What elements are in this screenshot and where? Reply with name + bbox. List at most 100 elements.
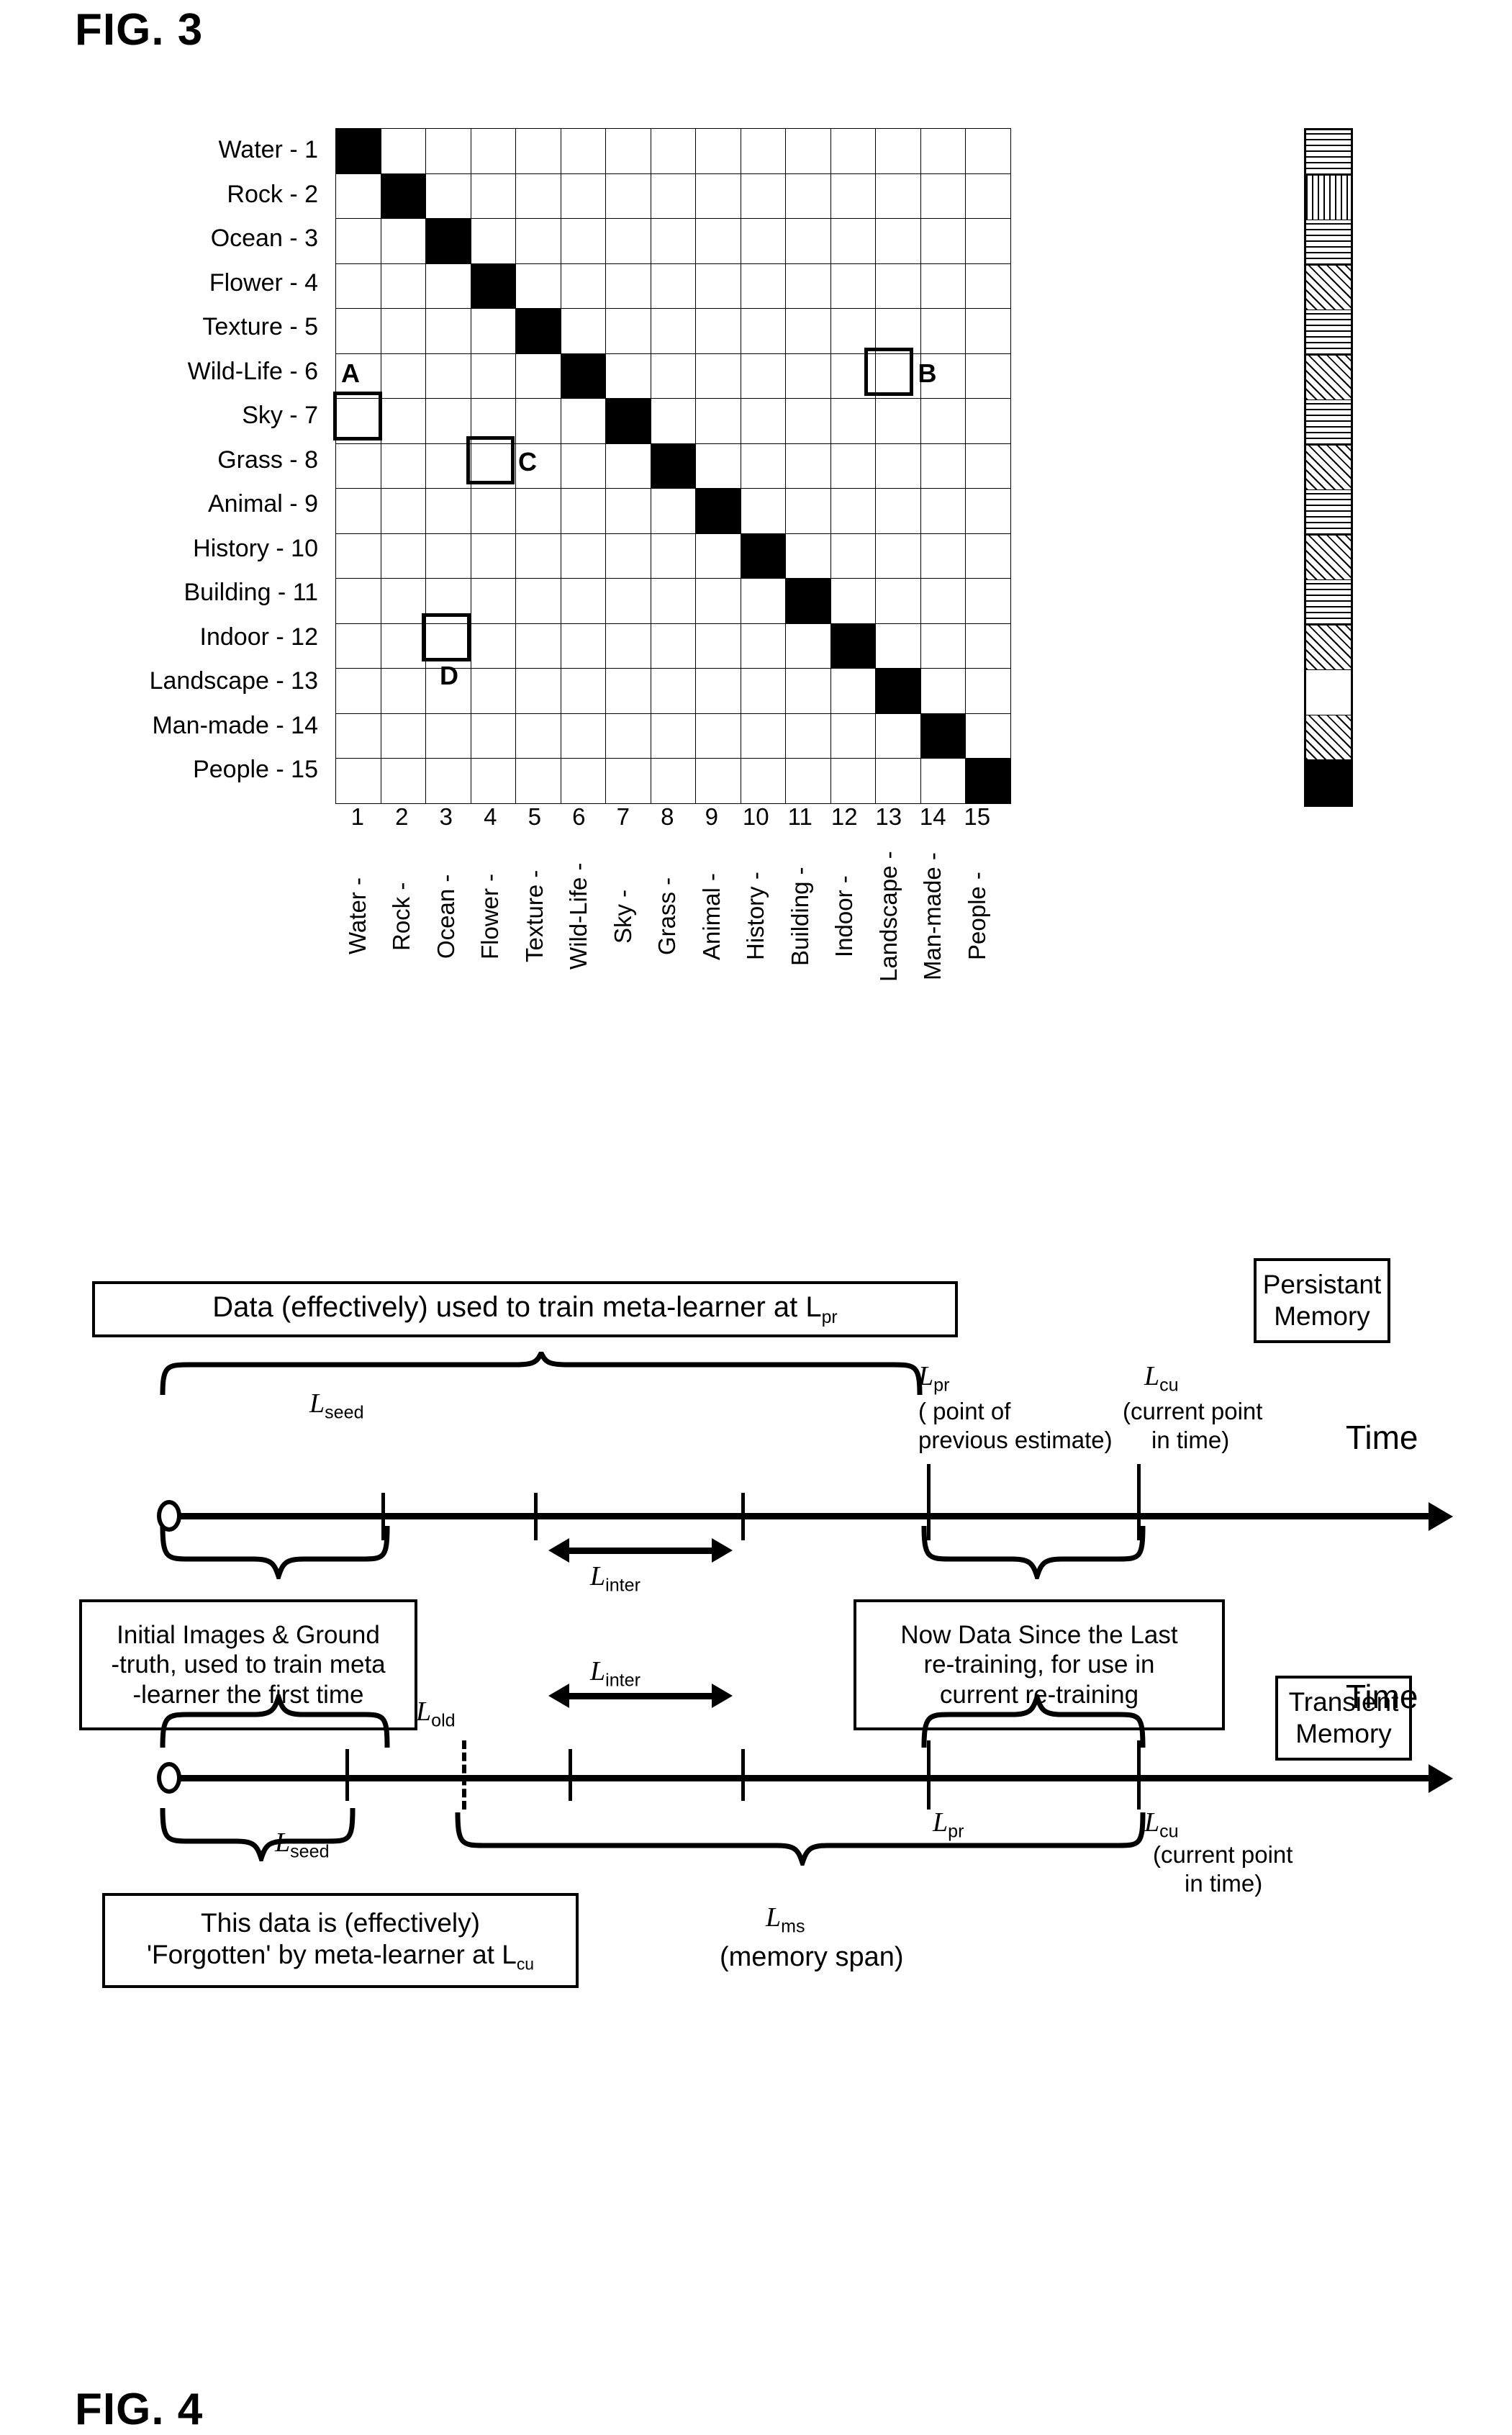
- matrix-cell-r3-c4: [470, 218, 516, 264]
- matrix-col-name-5: Texture -: [520, 869, 548, 963]
- matrix-cell-r15-c12: [830, 758, 876, 804]
- matrix-cell-r7-c14: [920, 398, 966, 444]
- matrix-cell-r3-c8: [650, 218, 696, 264]
- matrix-cell-r7-c9: [695, 398, 741, 444]
- matrix-cell-r5-c14: [920, 308, 966, 354]
- matrix-cell-r10-c9: [695, 533, 741, 579]
- matrix-row: [335, 668, 1011, 714]
- matrix-cell-r11-c6: [560, 578, 606, 624]
- matrix-cell-r9-c11: [785, 488, 831, 534]
- matrix-col-number-1: 1: [350, 803, 364, 830]
- matrix-cell-r5-c7: [605, 308, 651, 354]
- matrix-cell-r7-c5: [515, 398, 561, 444]
- matrix-col-number-2: 2: [395, 803, 409, 830]
- matrix-cell-r9-c12: [830, 488, 876, 534]
- matrix-cell-r10-c7: [605, 533, 651, 579]
- matrix-cell-r8-c4: [470, 443, 516, 489]
- matrix-cell-r7-c4: [470, 398, 516, 444]
- matrix-cell-r1-c13: [875, 128, 921, 174]
- matrix-row-label-14: Man-made - 14: [152, 711, 318, 739]
- matrix-cell-r15-c11: [785, 758, 831, 804]
- highlight-label-d: D: [440, 661, 458, 690]
- matrix-cell-r3-c11: [785, 218, 831, 264]
- matrix-cell-r2-c14: [920, 173, 966, 219]
- matrix-row: [335, 218, 1011, 264]
- matrix-cell-r9-c3: [425, 488, 471, 534]
- matrix-cell-r4-c10: [740, 263, 786, 309]
- persistent-memory-line2: Memory: [1274, 1301, 1370, 1331]
- matrix-cell-r15-c3: [425, 758, 471, 804]
- matrix-cell-r2-c2: [380, 173, 426, 219]
- matrix-cell-r7-c8: [650, 398, 696, 444]
- transient-memory-line2: Memory: [1295, 1719, 1392, 1748]
- strip-cell-9: [1306, 490, 1351, 536]
- matrix-cell-r9-c6: [560, 488, 606, 534]
- matrix-row-label-12: Indoor - 12: [199, 623, 318, 651]
- matrix-cell-r9-c5: [515, 488, 561, 534]
- matrix-cell-r1-c10: [740, 128, 786, 174]
- matrix-cell-r13-c9: [695, 668, 741, 714]
- matrix-cell-r13-c5: [515, 668, 561, 714]
- matrix-cell-r1-c3: [425, 128, 471, 174]
- matrix-cell-r8-c12: [830, 443, 876, 489]
- label-l-inter-2: Linter: [590, 1656, 640, 1691]
- matrix-row: [335, 533, 1011, 579]
- matrix-column-labels: 1 Water - 2 Rock - 3 Ocean - 4 Flower - 5 Texture…: [335, 800, 1000, 999]
- matrix-cell-r4-c12: [830, 263, 876, 309]
- matrix-cell-r3-c10: [740, 218, 786, 264]
- matrix-cell-r14-c13: [875, 713, 921, 759]
- matrix-cell-r8-c2: [380, 443, 426, 489]
- matrix-cell-r5-c5: [515, 308, 561, 354]
- matrix-cell-r1-c6: [560, 128, 606, 174]
- figure-3: FIG. 3 Water - 1 Rock - 2 Ocean - 3 Flower …: [0, 0, 1512, 1180]
- timeline2-axis: [178, 1775, 1431, 1781]
- matrix-cell-r12-c12: [830, 623, 876, 669]
- matrix-cell-r3-c5: [515, 218, 561, 264]
- matrix-cell-r5-c1: [335, 308, 381, 354]
- strip-cell-11: [1306, 580, 1351, 625]
- matrix-cell-r12-c4: [470, 623, 516, 669]
- matrix-row: [335, 713, 1011, 759]
- timeline2-arrowhead: [1429, 1764, 1453, 1793]
- matrix-cell-r6-c6: [560, 353, 606, 399]
- brace-new-data: [921, 1524, 1146, 1579]
- now-data-line1: Now Data Since the Last: [900, 1621, 1178, 1650]
- matrix-cell-r12-c8: [650, 623, 696, 669]
- matrix-cell-r2-c11: [785, 173, 831, 219]
- matrix-cell-r1-c12: [830, 128, 876, 174]
- matrix-row-label-11: Building - 11: [184, 579, 319, 606]
- matrix-cell-r4-c13: [875, 263, 921, 309]
- matrix-row-label-7: Sky - 7: [242, 402, 318, 429]
- matrix-row: [335, 263, 1011, 309]
- matrix-cell-r8-c14: [920, 443, 966, 489]
- matrix-row: [335, 353, 1011, 399]
- matrix-cell-r14-c2: [380, 713, 426, 759]
- matrix-cell-r8-c8: [650, 443, 696, 489]
- matrix-cell-r6-c8: [650, 353, 696, 399]
- matrix-row: [335, 758, 1011, 804]
- matrix-cell-r13-c1: [335, 668, 381, 714]
- matrix-cell-r14-c12: [830, 713, 876, 759]
- matrix-cell-r3-c2: [380, 218, 426, 264]
- figure-4: FIG. 4 Data (effectively) used to train …: [0, 1180, 1512, 2434]
- brace-seed-2: [160, 1694, 390, 1749]
- matrix-cell-r15-c14: [920, 758, 966, 804]
- matrix-col-number-9: 9: [705, 803, 718, 830]
- matrix-col-number-12: 12: [830, 803, 858, 830]
- matrix-cell-r4-c14: [920, 263, 966, 309]
- matrix-cell-r10-c13: [875, 533, 921, 579]
- matrix-cell-r13-c8: [650, 668, 696, 714]
- matrix-cell-r11-c3: [425, 578, 471, 624]
- matrix-cell-r15-c6: [560, 758, 606, 804]
- matrix-cell-r11-c14: [920, 578, 966, 624]
- figure-4-title: FIG. 4: [75, 2385, 204, 2434]
- timeline2-tick-seed: [345, 1749, 349, 1801]
- matrix-cell-r12-c11: [785, 623, 831, 669]
- matrix-cell-r14-c3: [425, 713, 471, 759]
- matrix-col-name-1: Water -: [343, 877, 371, 955]
- matrix-cell-r13-c13: [875, 668, 921, 714]
- matrix-cell-r6-c3: [425, 353, 471, 399]
- matrix-col-number-10: 10: [742, 803, 769, 830]
- matrix-cell-r6-c4: [470, 353, 516, 399]
- matrix-row: [335, 173, 1011, 219]
